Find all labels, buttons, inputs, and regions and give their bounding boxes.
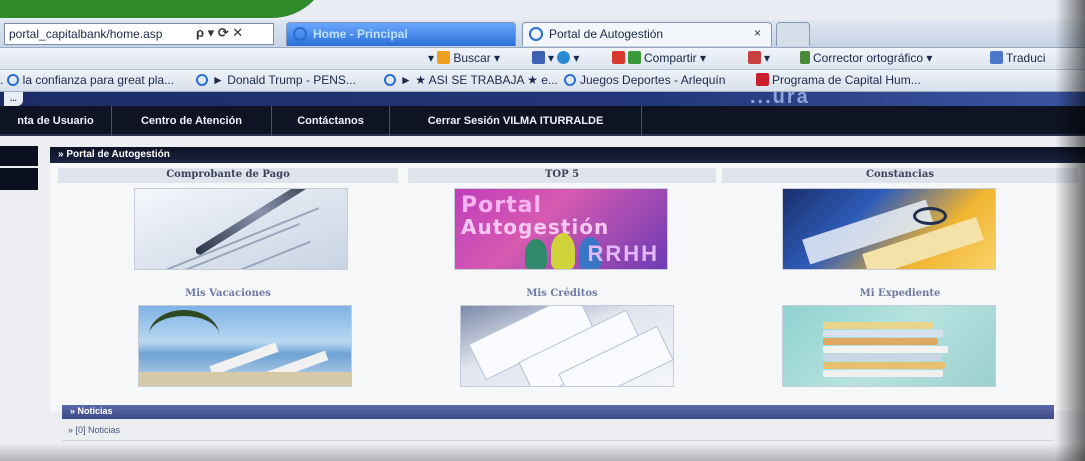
nav-contactanos[interactable]: Contáctanos <box>272 106 390 136</box>
side-menu-tab[interactable] <box>0 146 38 166</box>
favorite-link[interactable]: ► ★ ASI SE TRABAJA ★ e... <box>384 73 558 87</box>
glasses-icon <box>913 207 947 225</box>
spellcheck-button[interactable]: Corrector ortográfico ▾ <box>800 51 932 65</box>
address-tools-icon[interactable]: ρ ▾ ⟳ ✕ <box>196 25 243 41</box>
credit-documents-image[interactable] <box>460 305 674 387</box>
new-tab-button[interactable] <box>776 22 810 46</box>
favorite-label: Juegos Deportes - Arlequín <box>580 73 726 87</box>
buscar-label: Buscar <box>453 51 491 65</box>
receipt-pen-image[interactable] <box>134 188 348 270</box>
person-figure <box>525 239 547 269</box>
search-icon <box>437 51 451 64</box>
favorite-link[interactable]: Juegos Deportes - Arlequín <box>564 73 725 87</box>
portal-autogestion-rrhh-image[interactable]: Portal Autogestión RRHH <box>454 188 668 270</box>
block-icon <box>748 51 761 64</box>
folder-layer <box>823 338 938 345</box>
top5-image-text: Autogestión <box>461 215 610 239</box>
share-icon <box>612 51 625 64</box>
page-content: » Portal de Autogestión Comprobante de P… <box>0 138 1085 461</box>
portal-title: » Portal de Autogestión <box>50 147 1085 163</box>
compartir-button[interactable]: Compartir ▾ <box>612 51 706 65</box>
cell-header: Mis Créditos <box>526 288 598 299</box>
palm-icon <box>149 310 219 360</box>
folder-layer <box>823 346 948 353</box>
news-icon <box>532 51 545 64</box>
favorite-link[interactable]: . la confianza para great pla... <box>0 73 174 87</box>
cell-header: Comprobante de Pago <box>58 168 398 183</box>
divider <box>62 440 1054 441</box>
monitor-bezel-shadow <box>0 443 1085 461</box>
ie-icon <box>384 74 396 86</box>
cell-header: Mis Vacaciones <box>185 288 271 299</box>
share-icon <box>628 51 641 64</box>
documents-glasses-image[interactable] <box>782 188 996 270</box>
globe-icon <box>557 51 571 64</box>
folder-layer <box>823 322 933 329</box>
ie-icon <box>196 74 208 86</box>
favorite-label: la confianza para great pla... <box>22 73 175 87</box>
browser-tab-bar: portal_capitalbank/home.asp ρ ▾ ⟳ ✕ Home… <box>0 20 1085 48</box>
tab-portal-autogestion[interactable]: Portal de Autogestión × <box>522 22 772 46</box>
folder-layer <box>823 370 943 377</box>
traducir-label: Traduci <box>1006 51 1046 65</box>
folder-layer <box>823 354 941 361</box>
block-button[interactable]: ▾ <box>748 51 770 65</box>
favorite-label: ► Donald Trump - PENS... <box>212 73 356 87</box>
cell-header: Constancias <box>722 168 1078 183</box>
nav-label: Centro de Atención <box>140 115 243 127</box>
news-item-link[interactable]: » [0] Noticias <box>68 425 120 435</box>
buscar-button[interactable]: ▾ Buscar ▾ <box>428 51 500 65</box>
nav-cerrar-sesion[interactable]: Cerrar Sesión VILMA ITURRALDE <box>390 106 642 136</box>
news-header: » Noticias <box>62 405 1054 419</box>
portal-panel: » Portal de Autogestión Comprobante de P… <box>50 147 1085 411</box>
favorite-icon <box>756 73 769 86</box>
close-icon[interactable]: × <box>754 26 761 40</box>
pen-icon <box>194 189 326 257</box>
tab-label: Home - Principal <box>313 27 408 41</box>
toolbar-icons[interactable]: ▾ ▾ <box>532 51 579 65</box>
nav-label: Cerrar Sesión VILMA ITURRALDE <box>427 115 604 127</box>
ie-icon <box>564 74 576 86</box>
favorite-label: ► ★ ASI SE TRABAJA ★ e... <box>400 73 558 87</box>
folder-stack-image[interactable] <box>782 305 996 387</box>
sand-strip <box>139 372 351 386</box>
cell-header: Mi Expediente <box>859 288 941 299</box>
person-figure <box>551 233 575 269</box>
ie-icon <box>6 74 19 86</box>
nav-centro-atencion[interactable]: Centro de Atención <box>112 106 272 136</box>
folder-layer <box>823 330 943 337</box>
compartir-label: Compartir <box>644 51 697 65</box>
translate-icon <box>990 51 1003 64</box>
nav-label: Contáctanos <box>297 115 364 127</box>
nav-cuenta-usuario[interactable]: nta de Usuario <box>0 106 112 136</box>
address-url: portal_capitalbank/home.asp <box>9 27 163 41</box>
top5-image-text: RRHH <box>587 241 659 266</box>
nav-label: nta de Usuario <box>17 115 94 127</box>
paper-line <box>160 207 320 269</box>
tab-label: Portal de Autogestión <box>549 27 664 41</box>
corrector-label: Corrector ortográfico <box>813 51 924 65</box>
cell-header: TOP 5 <box>408 168 716 183</box>
favorites-bar: . la confianza para great pla... ► Donal… <box>0 70 1085 92</box>
command-bar: ▾ Buscar ▾ ▾ ▾ Compartir ▾ ▾ Corrector o… <box>0 48 1085 70</box>
beach-chairs-image[interactable] <box>138 305 352 387</box>
favorite-link[interactable]: ► Donald Trump - PENS... <box>196 73 356 87</box>
tab-home-principal[interactable]: Home - Principal <box>286 22 516 46</box>
side-menu-tab[interactable] <box>0 168 38 190</box>
spellcheck-icon <box>800 51 810 64</box>
site-tag: ... <box>4 92 23 106</box>
translate-button[interactable]: Traduci <box>990 51 1046 65</box>
monitor-screen: portal_capitalbank/home.asp ρ ▾ ⟳ ✕ Home… <box>0 0 1085 461</box>
photo-corner-overlay <box>0 0 330 18</box>
monitor-bezel-shadow <box>1055 0 1085 461</box>
folder-layer <box>823 362 945 369</box>
site-header: ... ...ura <box>0 86 1085 108</box>
ie-icon <box>529 27 543 41</box>
favorite-label: Programa de Capital Hum... <box>772 73 921 87</box>
main-nav: nta de Usuario Centro de Atención Contác… <box>0 106 1085 136</box>
ie-icon <box>293 27 307 41</box>
favorite-link[interactable]: Programa de Capital Hum... <box>756 73 921 87</box>
